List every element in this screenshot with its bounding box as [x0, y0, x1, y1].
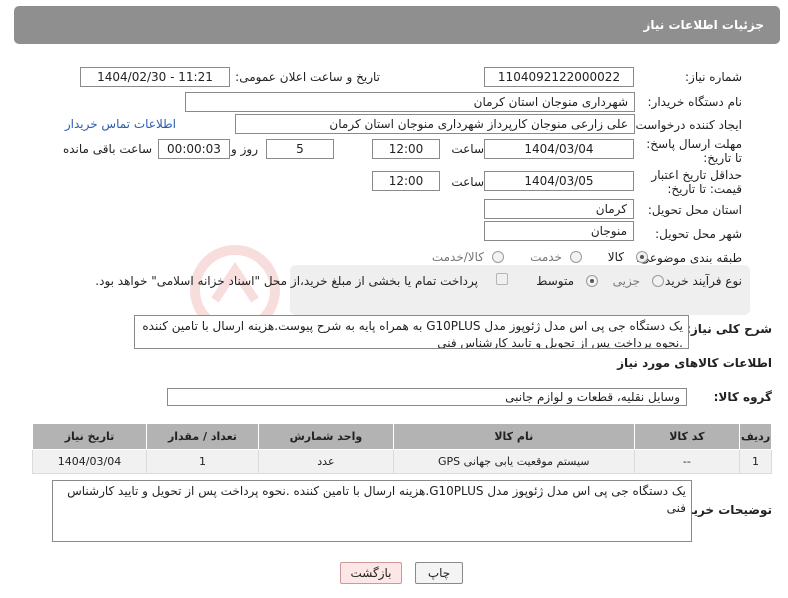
announce-label: تاریخ و ساعت اعلان عمومی:	[235, 70, 380, 84]
category-option-both: کالا/خدمت	[431, 250, 484, 264]
header-bar: جزئیات اطلاعات نیاز	[14, 6, 780, 44]
city-label: شهر محل تحویل:	[655, 227, 742, 241]
cell-qty: 1	[146, 449, 259, 474]
goods-group-label: گروه کالا:	[713, 390, 772, 404]
category-radio-service[interactable]	[570, 251, 582, 263]
col-header-row: ردیف	[739, 423, 772, 450]
cell-row-number: 1	[739, 449, 772, 474]
buyer-org-label: نام دستگاه خریدار:	[647, 95, 743, 109]
cell-date: 1404/03/04	[31, 449, 148, 474]
general-desc-label: شرح کلی نیاز:	[686, 322, 772, 336]
validity-time-label: ساعت	[451, 175, 484, 189]
page-title: جزئیات اطلاعات نیاز	[643, 18, 764, 32]
category-option-goods: کالا	[607, 250, 624, 264]
print-button[interactable]: چاپ	[415, 562, 463, 584]
col-header-code: کد کالا	[633, 423, 741, 450]
days-label: روز و	[231, 142, 258, 156]
cell-name: سیستم موقعیت یابی جهانی GPS	[392, 449, 635, 474]
table-row: 1 -- سیستم موقعیت یابی جهانی GPS عدد 1 1…	[31, 449, 772, 474]
col-header-name: نام کالا	[392, 423, 635, 450]
province-label: استان محل تحویل:	[647, 203, 742, 217]
treasury-payment-checkbox[interactable]	[496, 273, 508, 285]
requester-label: ایجاد کننده درخواست:	[631, 118, 742, 132]
city-field: منوجان	[484, 221, 634, 241]
validity-date-field: 1404/03/05	[484, 171, 634, 191]
reply-time-label: ساعت	[451, 142, 484, 156]
cell-unit: عدد	[257, 449, 394, 474]
col-header-unit: واحد شمارش	[257, 423, 394, 450]
province-field: کرمان	[484, 199, 634, 219]
cell-code: --	[633, 449, 741, 474]
days-field: 5	[266, 139, 334, 159]
announce-datetime-field: 1404/02/30 - 11:21	[80, 67, 230, 87]
process-label: نوع فرآیند خرید :	[657, 274, 742, 288]
treasury-payment-note: پرداخت تمام یا بخشی از مبلغ خرید،از محل …	[95, 274, 478, 288]
reply-deadline-label: مهلت ارسال پاسخ: تا تاریخ:	[646, 137, 742, 165]
category-radio-both[interactable]	[492, 251, 504, 263]
buyer-desc-field: یک دستگاه جی پی اس مدل ژئوپوز مدل G10PLU…	[52, 480, 692, 542]
goods-section-title: اطلاعات کالاهای مورد نیاز	[617, 356, 772, 370]
process-option-medium: متوسط	[536, 274, 574, 288]
process-option-minor: جزیی	[612, 274, 640, 288]
remaining-label: ساعت باقی مانده	[62, 142, 152, 156]
reply-date-field: 1404/03/04	[484, 139, 634, 159]
need-number-field: 1104092122000022	[484, 67, 634, 87]
category-option-service: خدمت	[530, 250, 562, 264]
process-radio-medium[interactable]	[586, 275, 598, 287]
price-validity-label: حداقل تاریخ اعتبار قیمت: تا تاریخ:	[651, 168, 742, 196]
general-desc-field: یک دستگاه جی پی اس مدل ژئوپوز مدل G10PLU…	[134, 315, 689, 349]
remaining-time-field: 00:00:03	[158, 139, 230, 159]
validity-time-field: 12:00	[372, 171, 440, 191]
process-radio-minor[interactable]	[652, 275, 664, 287]
goods-group-field: وسایل نقلیه، قطعات و لوازم جانبی	[167, 388, 687, 406]
need-number-label: شماره نیاز:	[685, 70, 742, 84]
buyer-org-field: شهرداری منوجان استان کرمان	[185, 92, 635, 112]
reply-time-field: 12:00	[372, 139, 440, 159]
col-header-qty: تعداد / مقدار	[146, 423, 259, 450]
category-radio-goods[interactable]	[636, 251, 648, 263]
category-label: طبقه بندی موضوعی:	[635, 251, 742, 265]
back-button[interactable]: بازگشت	[340, 562, 402, 584]
goods-table: ردیف کد کالا نام کالا واحد شمارش تعداد /…	[31, 423, 772, 474]
requester-field: علی زارعی منوجان کارپرداز شهرداری منوجان…	[235, 114, 635, 134]
col-header-date: تاریخ نیاز	[31, 423, 148, 450]
buyer-contact-link[interactable]: اطلاعات تماس خریدار	[65, 117, 176, 131]
